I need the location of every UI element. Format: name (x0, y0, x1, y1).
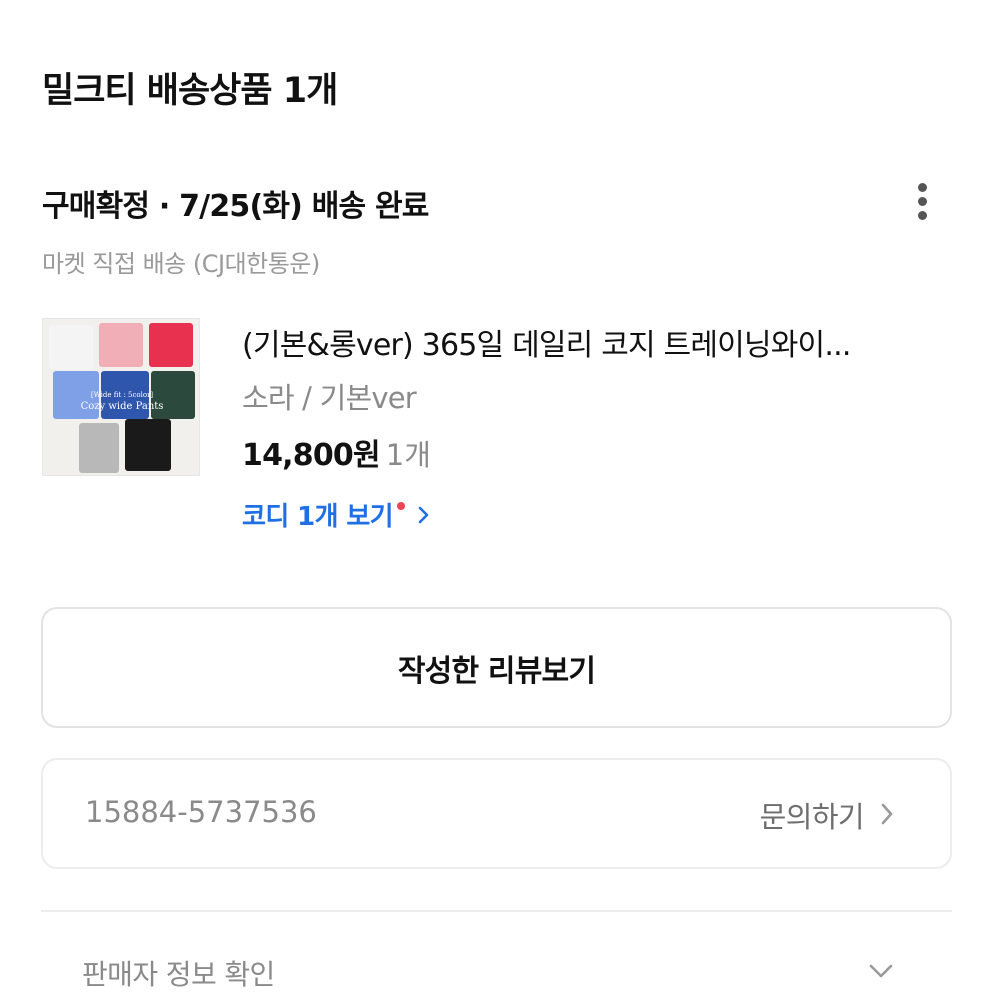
pant-black (125, 419, 171, 471)
more-vertical-icon-dot (917, 196, 927, 206)
seller-info-toggle[interactable]: 판매자 정보 확인 (82, 953, 275, 993)
section-divider (41, 910, 952, 912)
pant-gray (79, 423, 119, 473)
product-price: 14,800원 (242, 438, 381, 473)
product-name[interactable]: (기본&롱ver) 365일 데일리 코지 트레이닝와이... (242, 320, 851, 364)
image-caption-line1: [Wide fit : 5color] (90, 391, 154, 399)
product-option: 소라 / 기본ver (242, 381, 417, 415)
chevron-right-icon (418, 506, 429, 523)
seller-phone: 15884-5737536 (85, 795, 317, 829)
order-detail-page: 밀크티 배송상품 1개 구매확정 · 7/25(화) 배송 완료 마켓 직접 배… (0, 0, 993, 993)
product-image[interactable]: [Wide fit : 5color] Cozy wide Pants (42, 318, 200, 476)
chevron-right-icon[interactable] (878, 799, 896, 829)
order-status: 구매확정 · 7/25(화) 배송 완료 (42, 189, 429, 224)
image-caption-line2: Cozy wide Pants (80, 401, 164, 412)
chevron-down-icon[interactable] (866, 960, 896, 982)
pant-pink (99, 323, 143, 367)
codi-link[interactable]: 코디 1개 보기 (242, 496, 433, 533)
more-options-button[interactable] (900, 176, 944, 226)
image-caption: [Wide fit : 5color] Cozy wide Pants (63, 389, 181, 413)
inquiry-button[interactable]: 문의하기 (760, 794, 865, 836)
contact-card: 15884-5737536 문의하기 (41, 758, 952, 869)
more-vertical-icon-dot (917, 210, 927, 220)
product-quantity: 1개 (385, 438, 431, 472)
more-vertical-icon-dot (917, 182, 927, 192)
shop-title: 밀크티 배송상품 1개 (42, 71, 338, 111)
new-badge-dot (397, 501, 405, 510)
product-price-row: 14,800원 1개 (242, 430, 431, 474)
pant-white (49, 325, 93, 369)
pant-red (149, 323, 193, 367)
view-review-button[interactable]: 작성한 리뷰보기 (41, 607, 952, 728)
delivery-info: 마켓 직접 배송 (CJ대한통운) (42, 250, 320, 278)
codi-link-label: 코디 1개 보기 (242, 502, 394, 532)
